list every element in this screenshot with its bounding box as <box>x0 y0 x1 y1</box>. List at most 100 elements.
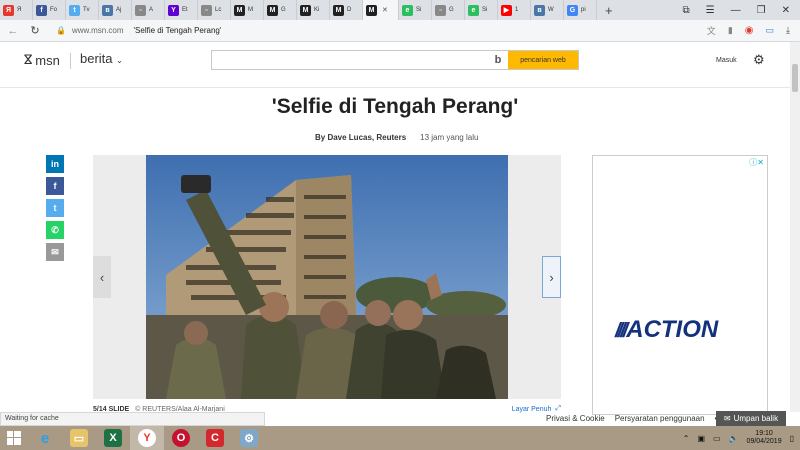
opera-icon: O <box>172 429 190 447</box>
tray-chevron-icon[interactable]: ⌃ <box>683 434 690 443</box>
msn-logo[interactable]: ⴵ msn <box>24 52 60 68</box>
yahoo-icon: Y <box>168 4 179 16</box>
msn-icon: M <box>366 4 377 16</box>
advertisement[interactable]: ⓘ✕ ////ACTION <box>592 155 768 415</box>
tab-strip: Я Яf Fo t Tv в Aj ▫ A Y Et ▫ Lc M M M G M Ki M D M ✕ e Si ▫ Ge Si ▶ 1… <box>0 0 800 20</box>
linkedin-share-icon[interactable]: in <box>46 155 64 173</box>
browser-tab[interactable]: MM <box>231 0 264 20</box>
minimize-button[interactable]: — <box>731 5 741 16</box>
whatsapp-share-icon[interactable]: ✆ <box>46 221 64 239</box>
browser-tab[interactable]: вW <box>531 0 564 20</box>
chevron-left-icon: ‹ <box>99 269 105 285</box>
facebook-share-icon[interactable]: f <box>46 177 64 195</box>
feedback-button[interactable]: ✉ Umpan balik <box>716 411 786 426</box>
tab-label: Et <box>182 7 188 13</box>
download-icon[interactable]: ⤓ <box>786 25 790 36</box>
new-tab-button[interactable]: + <box>597 3 621 18</box>
twitter-share-icon[interactable]: t <box>46 199 64 217</box>
tab-manager-icon[interactable]: ⧉ <box>683 5 690 16</box>
twitter-icon: t <box>69 4 80 16</box>
adchoices-icon[interactable]: ⓘ✕ <box>749 157 764 168</box>
tab-label: Fo <box>50 7 58 13</box>
previous-slide-button[interactable]: ‹ <box>93 256 111 298</box>
tab-label: A <box>149 7 154 13</box>
chevron-right-icon: › <box>549 269 554 285</box>
url-page-title[interactable]: 'Selfie di Tengah Perang' <box>134 26 222 35</box>
browser-tab[interactable]: ▫ A <box>132 0 165 20</box>
windows-start-button[interactable] <box>0 426 28 450</box>
browser-tab[interactable]: f Fo <box>33 0 66 20</box>
battery-icon[interactable]: ▭ <box>713 434 721 443</box>
yandex-taskbar-button[interactable]: Y <box>130 426 164 450</box>
fullscreen-button[interactable]: Layar Penuh ⤢ <box>512 405 561 413</box>
evernote-icon: e <box>402 4 413 16</box>
browser-tab[interactable]: e Si <box>465 0 498 20</box>
slide-photo[interactable] <box>146 155 508 399</box>
tab-label: Aj <box>116 7 122 13</box>
extension-icon[interactable]: ▭ <box>766 25 775 36</box>
volume-icon[interactable]: 🔈 <box>729 434 739 443</box>
lock-icon[interactable]: 🔒 <box>56 26 66 35</box>
search-input[interactable] <box>212 51 488 69</box>
browser-tab[interactable]: Gpi <box>564 0 597 20</box>
browser-tab[interactable]: e Si <box>399 0 432 20</box>
reload-button[interactable]: ↻ <box>26 24 44 37</box>
status-bar: Waiting for cache <box>0 412 265 426</box>
browser-tab[interactable]: ▶ 1 <box>498 0 531 20</box>
browser-tab[interactable]: MD <box>330 0 363 20</box>
ie-taskbar-button[interactable]: e <box>28 426 62 450</box>
tools-taskbar-button[interactable]: ⚙ <box>232 426 266 450</box>
browser-tab[interactable]: в Aj <box>99 0 132 20</box>
bookmark-icon[interactable]: ▮ <box>728 25 733 36</box>
clock[interactable]: 19:10 09/04/2019 <box>747 430 782 446</box>
tab-label: Ki <box>314 7 320 13</box>
maximize-button[interactable]: ❐ <box>757 5 766 16</box>
notifications-icon[interactable]: ▯ <box>790 434 794 443</box>
back-button[interactable]: ← <box>4 25 22 37</box>
browser-tab[interactable]: ▫ Lc <box>198 0 231 20</box>
web-search-button[interactable]: pencarian web <box>508 51 578 69</box>
msn-icon: M <box>300 4 311 16</box>
browser-tab[interactable]: t Tv <box>66 0 99 20</box>
terms-link[interactable]: Persyaratan penggunaan <box>615 414 705 423</box>
explorer-taskbar-button[interactable]: ▭ <box>62 426 96 450</box>
privacy-link[interactable]: Privasi & Cookie <box>546 414 605 423</box>
scrollbar-thumb[interactable] <box>792 64 798 92</box>
menu-icon[interactable]: ☰ <box>706 5 715 16</box>
protect-icon[interactable]: ◉ <box>745 25 754 36</box>
translate-icon[interactable]: 文 <box>707 24 716 37</box>
page-icon: ▫ <box>201 4 212 16</box>
google-icon: G <box>567 4 578 16</box>
vk-icon: в <box>534 4 545 16</box>
next-slide-button[interactable]: › <box>542 256 561 298</box>
excel-taskbar-button[interactable]: X <box>96 426 130 450</box>
sign-in-link[interactable]: Masuk <box>716 57 737 64</box>
browser-tab[interactable]: M Ki <box>297 0 330 20</box>
url-host[interactable]: www.msn.com <box>72 26 124 35</box>
section-menu[interactable]: berita ⌄ <box>80 51 123 66</box>
browser-tab[interactable]: M ✕ <box>363 0 399 20</box>
clock-time: 19:10 <box>755 430 773 437</box>
browser-tab[interactable]: ЯЯ <box>0 0 33 20</box>
yandex-icon: Я <box>3 4 14 16</box>
browser-tab[interactable]: Y Et <box>165 0 198 20</box>
close-tab-icon[interactable]: ✕ <box>382 6 388 14</box>
chevron-down-icon: ⌄ <box>116 56 123 65</box>
author[interactable]: By Dave Lucas, Reuters <box>315 133 406 142</box>
vertical-scrollbar[interactable] <box>790 42 800 412</box>
red-app-icon: C <box>206 429 224 447</box>
facebook-icon: f <box>36 4 47 16</box>
opera-taskbar-button[interactable]: O <box>164 426 198 450</box>
app-taskbar-button[interactable]: C <box>198 426 232 450</box>
tab-label: Я <box>17 7 22 13</box>
selfie-photo-illustration <box>146 155 508 399</box>
email-share-icon[interactable]: ✉ <box>46 243 64 261</box>
tray-app-icon[interactable]: ▣ <box>697 434 705 443</box>
close-window-button[interactable]: ✕ <box>782 5 790 16</box>
browser-tab[interactable]: MG <box>264 0 297 20</box>
gear-icon[interactable]: ⚙ <box>753 52 765 68</box>
tab-label: G <box>281 7 286 13</box>
msn-logo-text: msn <box>35 52 60 68</box>
article-title: 'Selfie di Tengah Perang' <box>271 95 519 118</box>
browser-tab[interactable]: ▫ G <box>432 0 465 20</box>
